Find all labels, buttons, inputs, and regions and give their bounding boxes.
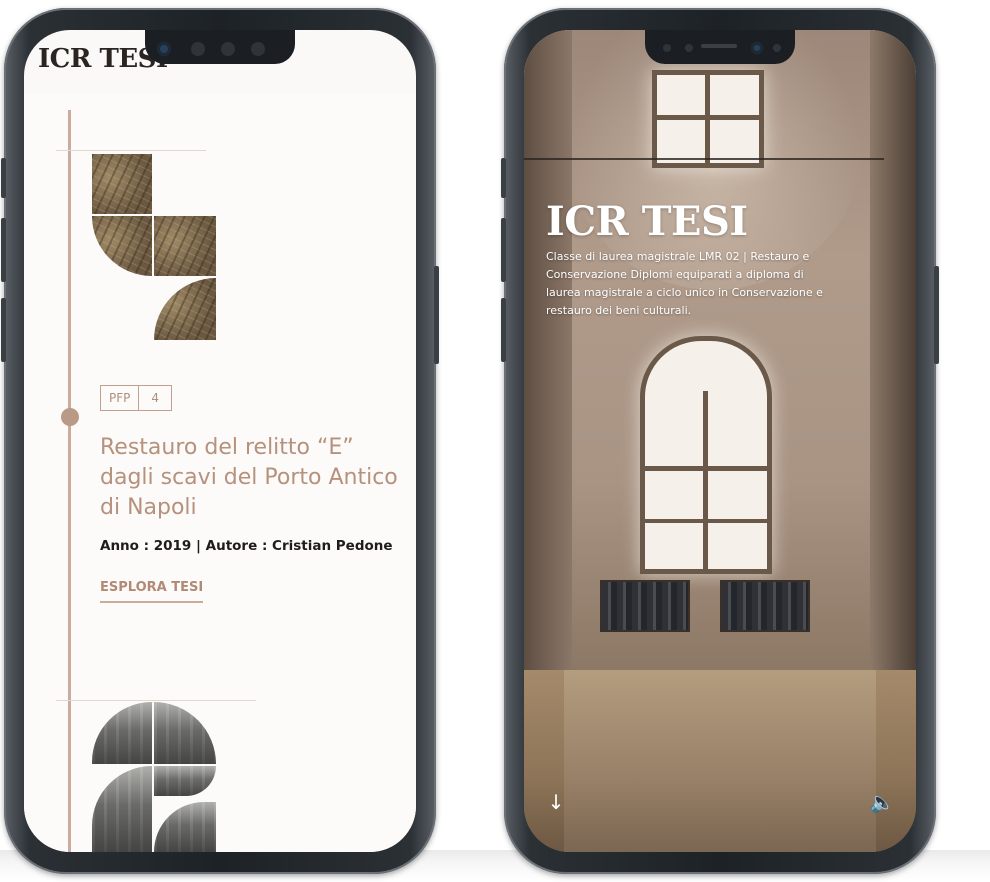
phone-right: ICR TESI Classe di laurea magistrale LMR…: [501, 8, 939, 874]
volume-down-button: [1, 298, 6, 362]
phone-left: ICR TESI PFP 4 Restauro del relitto “E” …: [1, 8, 439, 874]
collage-tile: [154, 216, 216, 276]
hero-background-video: [524, 30, 916, 852]
hanging-wire: [524, 158, 884, 160]
timeline-line: [68, 110, 71, 852]
power-button: [934, 266, 939, 364]
down-arrow-icon[interactable]: ↓: [542, 788, 570, 816]
upper-window: [652, 70, 764, 168]
volume-up-button: [1, 218, 6, 282]
arched-window: [640, 336, 772, 574]
frame-line: [56, 700, 256, 701]
volume-up-button: [501, 218, 506, 282]
front-camera-icon: [157, 42, 171, 56]
hero-description: Classe di laurea magistrale LMR 02 | Res…: [546, 250, 823, 317]
screen-right: ICR TESI Classe di laurea magistrale LMR…: [524, 30, 916, 852]
sensor-icon: [221, 42, 235, 56]
number-badge: 4: [139, 385, 173, 411]
sensor-icon: [685, 44, 693, 52]
collage-tile: [92, 154, 152, 214]
power-button: [434, 266, 439, 364]
sensor-icon: [251, 42, 265, 56]
wall-artwork: [720, 580, 810, 632]
mute-switch: [1, 158, 6, 198]
screen-left: ICR TESI PFP 4 Restauro del relitto “E” …: [24, 30, 416, 852]
mute-switch: [501, 158, 506, 198]
thesis-meta: Anno : 2019 | Autore : Cristian Pedone: [100, 538, 393, 554]
sensor-icon: [773, 44, 781, 52]
speaker-grille: [701, 44, 737, 48]
volume-down-button: [501, 298, 506, 362]
frame-line: [56, 150, 206, 151]
window-mullion: [645, 519, 767, 523]
wall-artwork: [600, 580, 690, 632]
thesis-badges: PFP 4: [100, 385, 173, 411]
front-camera-icon: [751, 42, 763, 54]
sensor-icon: [191, 42, 205, 56]
hall-floor: [524, 670, 916, 852]
hero-title: ICR TESI: [546, 198, 748, 245]
thesis-title[interactable]: Restauro del relitto “E” dagli scavi del…: [100, 433, 400, 523]
timeline-dot: [61, 408, 79, 426]
explore-thesis-link[interactable]: ESPLORA TESI: [100, 580, 204, 603]
speaker-icon[interactable]: 🔈: [868, 788, 896, 816]
category-badge: PFP: [100, 385, 140, 411]
notch: [645, 30, 795, 64]
notch: [145, 30, 295, 64]
sensor-icon: [663, 44, 671, 52]
